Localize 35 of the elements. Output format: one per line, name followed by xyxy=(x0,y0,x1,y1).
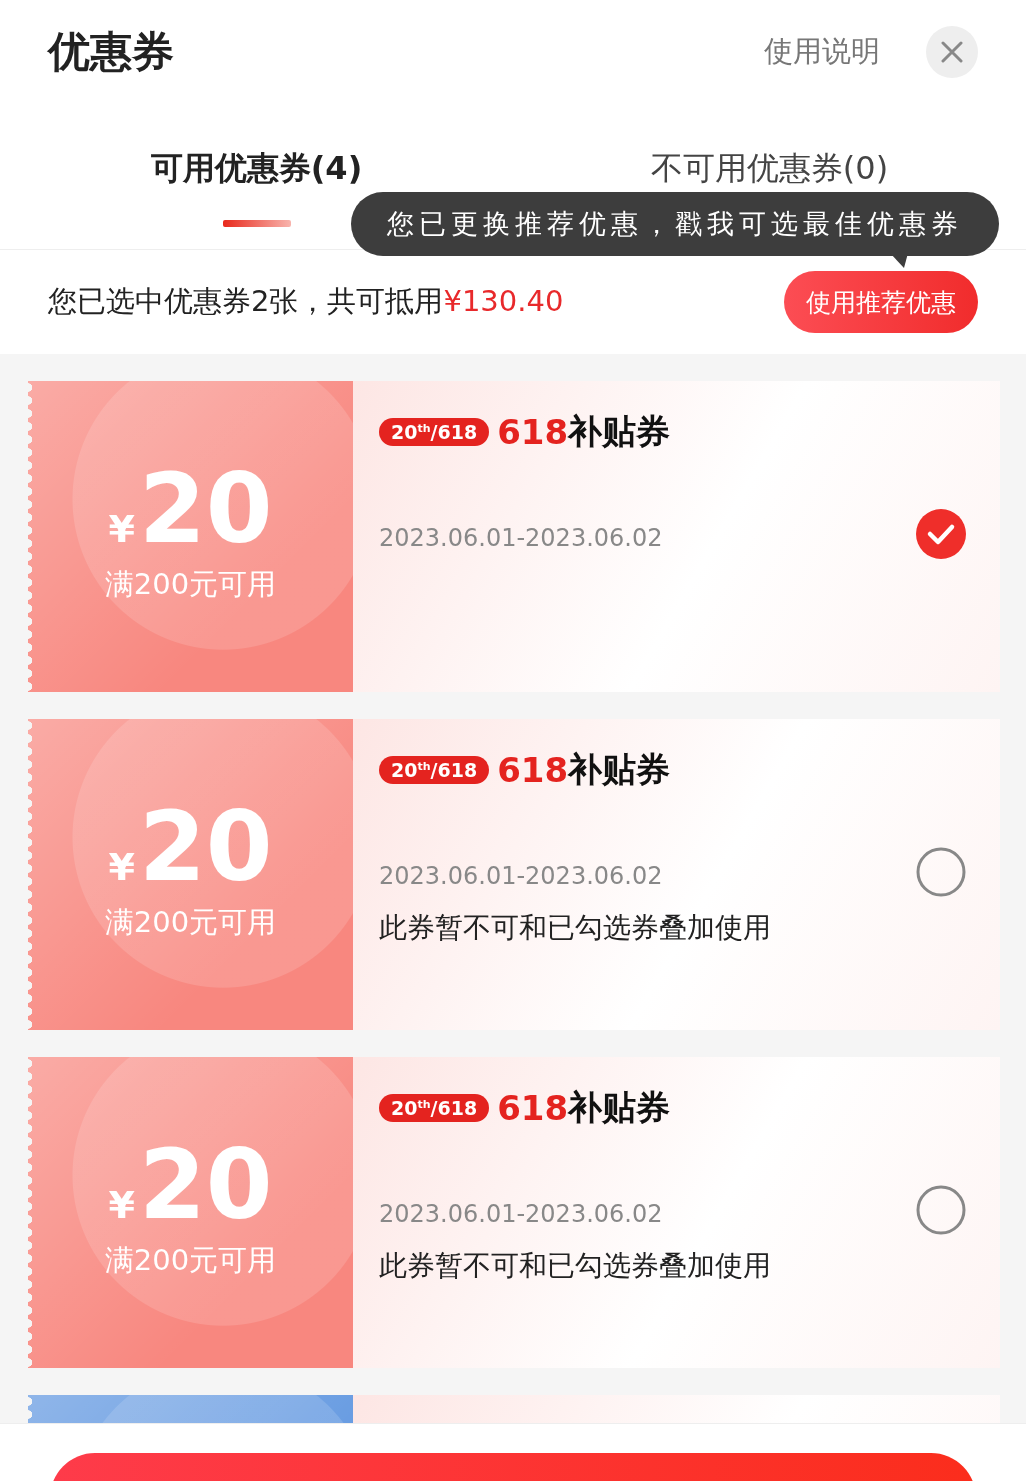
coupon-amount: 20 xyxy=(138,458,273,559)
coupon-note: 此券暂不可和已勾选券叠加使用 xyxy=(379,1248,771,1284)
coupon-title: 补贴券 xyxy=(568,748,671,791)
coupon-brand: 618 xyxy=(497,750,569,790)
coupon-brand: 618 xyxy=(497,1088,569,1128)
coupon-title: 补贴券 xyxy=(568,1086,671,1129)
dialog-title: 优惠券 xyxy=(48,31,175,73)
coupon-validity: 2023.06.01-2023.06.02 xyxy=(379,862,663,890)
coupon-validity: 2023.06.01-2023.06.02 xyxy=(379,1200,663,1228)
currency-sign: ¥ xyxy=(108,1182,135,1227)
use-recommended-button[interactable]: 使用推荐优惠 xyxy=(784,271,978,333)
summary-text: 您已选中优惠券2张，共可抵用¥130.40 xyxy=(48,283,565,320)
close-icon xyxy=(941,41,963,63)
currency-sign: ¥ xyxy=(108,506,135,551)
coupon-note: 此券暂不可和已勾选券叠加使用 xyxy=(379,910,771,946)
radio-icon[interactable] xyxy=(915,1184,967,1236)
tooltip-tail xyxy=(890,253,908,269)
coupon-condition: 满200元可用 xyxy=(104,1241,277,1279)
checked-radio-icon[interactable] xyxy=(915,508,967,560)
event-badge: 20$^{th}$/618 xyxy=(379,1094,490,1122)
tooltip[interactable]: 您已更换推荐优惠，戳我可选最佳优惠券 xyxy=(351,192,999,256)
coupon-brand: 618 xyxy=(497,412,569,452)
help-link[interactable]: 使用说明 xyxy=(764,32,880,72)
coupon-condition: 满200元可用 xyxy=(104,903,277,941)
currency-sign: ¥ xyxy=(108,844,135,889)
coupon-amount: 20 xyxy=(138,1134,273,1235)
coupon-amount: 20 xyxy=(138,796,273,897)
coupon-validity: 2023.06.01-2023.06.02 xyxy=(379,524,663,552)
coupon-condition: 满200元可用 xyxy=(104,565,277,603)
event-badge: 20$^{th}$/618 xyxy=(379,418,490,446)
coupon-title: 补贴券 xyxy=(568,410,671,453)
tab-underline xyxy=(222,220,291,227)
event-badge: 20$^{th}$/618 xyxy=(379,756,490,784)
close-button[interactable] xyxy=(926,26,978,78)
radio-icon[interactable] xyxy=(915,846,967,898)
